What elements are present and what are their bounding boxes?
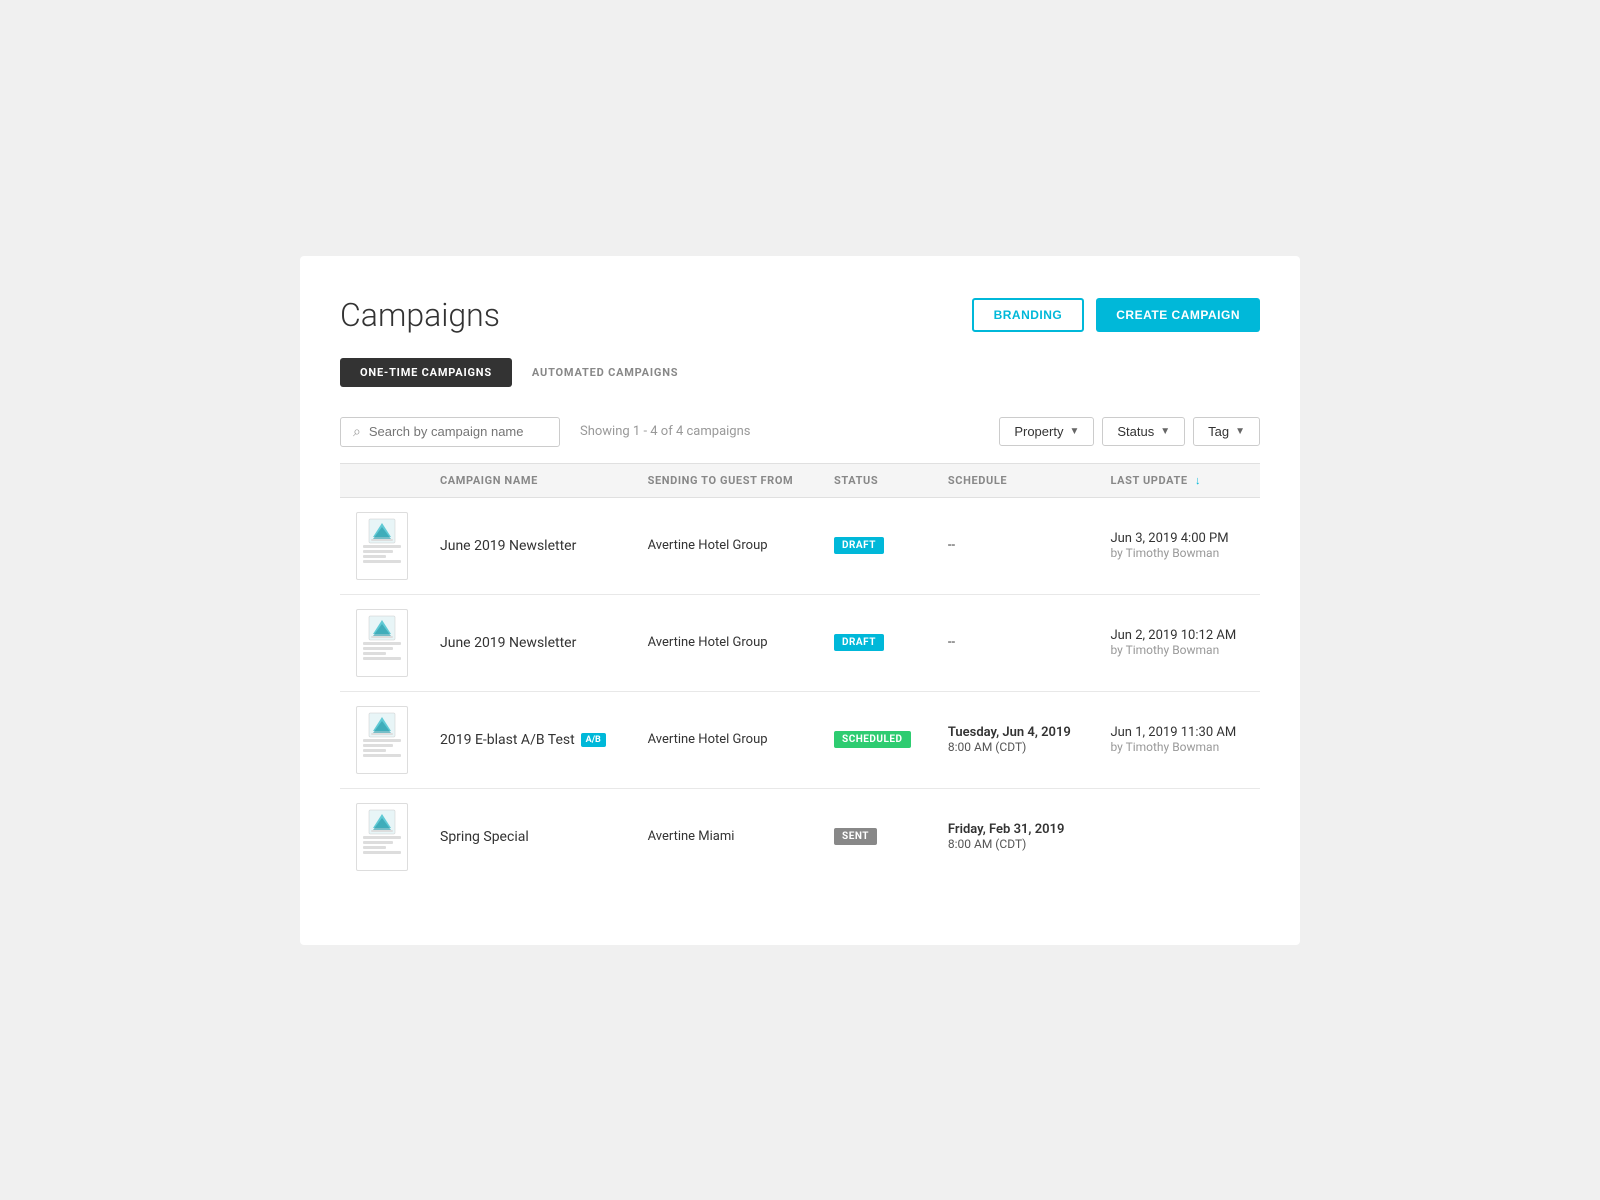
table-row[interactable]: June 2019 Newsletter Avertine Hotel Grou… xyxy=(340,497,1260,594)
campaign-name-cell: June 2019 Newsletter xyxy=(424,497,632,594)
branding-button[interactable]: BRANDING xyxy=(972,298,1085,332)
campaign-name-text: Spring Special xyxy=(440,829,529,845)
schedule-date: Tuesday, Jun 4, 2019 xyxy=(948,725,1079,740)
ab-badge: A/B xyxy=(581,733,606,747)
filters-row: ⌕ Showing 1 - 4 of 4 campaigns Property … xyxy=(340,417,1260,463)
page-header: Campaigns BRANDING CREATE CAMPAIGN xyxy=(340,296,1260,334)
status-cell: DRAFT xyxy=(818,594,932,691)
chevron-down-icon: ▼ xyxy=(1160,426,1170,437)
col-header-sending-to: SENDING TO GUEST FROM xyxy=(632,463,818,497)
thumbnail-logo-icon xyxy=(367,808,397,836)
campaign-thumbnail-cell xyxy=(340,497,424,594)
campaign-name-text: June 2019 Newsletter xyxy=(440,635,576,651)
schedule-empty: -- xyxy=(948,635,955,650)
page-title: Campaigns xyxy=(340,296,500,334)
last-update-by: by Timothy Bowman xyxy=(1110,740,1244,754)
schedule-time: 8:00 AM (CDT) xyxy=(948,837,1079,851)
last-update-by: by Timothy Bowman xyxy=(1110,546,1244,560)
sending-from-cell: Avertine Miami xyxy=(632,788,818,885)
search-icon: ⌕ xyxy=(353,424,361,440)
campaign-name-text: June 2019 Newsletter xyxy=(440,538,576,554)
schedule-cell: Friday, Feb 31, 2019 8:00 AM (CDT) xyxy=(932,788,1095,885)
sending-from-text: Avertine Hotel Group xyxy=(648,732,768,747)
campaign-thumbnail-cell xyxy=(340,594,424,691)
thumbnail-logo-icon xyxy=(367,711,397,739)
campaign-thumbnail xyxy=(356,512,408,580)
last-update-date: Jun 2, 2019 10:12 AM xyxy=(1110,628,1244,643)
campaign-thumbnail xyxy=(356,706,408,774)
table-header-row: CAMPAIGN NAME SENDING TO GUEST FROM STAT… xyxy=(340,463,1260,497)
chevron-down-icon: ▼ xyxy=(1069,426,1079,437)
filter-dropdowns: Property ▼ Status ▼ Tag ▼ xyxy=(999,417,1260,446)
last-update-by: by Timothy Bowman xyxy=(1110,643,1244,657)
col-header-last-update[interactable]: LAST UPDATE ↓ xyxy=(1094,463,1260,497)
col-header-campaign-name: CAMPAIGN NAME xyxy=(424,463,632,497)
schedule-cell: -- xyxy=(932,497,1095,594)
last-update-cell xyxy=(1094,788,1260,885)
header-actions: BRANDING CREATE CAMPAIGN xyxy=(972,298,1260,332)
thumbnail-logo-icon xyxy=(367,614,397,642)
col-header-thumbnail xyxy=(340,463,424,497)
table-row[interactable]: June 2019 Newsletter Avertine Hotel Grou… xyxy=(340,594,1260,691)
schedule-date: Friday, Feb 31, 2019 xyxy=(948,822,1079,837)
status-cell: SCHEDULED xyxy=(818,691,932,788)
sending-from-cell: Avertine Hotel Group xyxy=(632,497,818,594)
property-filter[interactable]: Property ▼ xyxy=(999,417,1094,446)
schedule-empty: -- xyxy=(948,538,955,553)
status-badge: DRAFT xyxy=(834,634,884,651)
last-update-cell: Jun 1, 2019 11:30 AM by Timothy Bowman xyxy=(1094,691,1260,788)
search-box[interactable]: ⌕ xyxy=(340,417,560,447)
tab-automated-campaigns[interactable]: AUTOMATED CAMPAIGNS xyxy=(512,358,698,387)
sending-from-cell: Avertine Hotel Group xyxy=(632,594,818,691)
tab-one-time-campaigns[interactable]: ONE-TIME CAMPAIGNS xyxy=(340,358,512,387)
campaign-thumbnail xyxy=(356,609,408,677)
sending-from-text: Avertine Hotel Group xyxy=(648,538,768,553)
sort-descending-icon: ↓ xyxy=(1195,474,1201,487)
search-input[interactable] xyxy=(369,424,547,439)
campaign-name-cell: Spring Special xyxy=(424,788,632,885)
campaign-thumbnail-cell xyxy=(340,691,424,788)
campaign-thumbnail xyxy=(356,803,408,871)
col-header-status: STATUS xyxy=(818,463,932,497)
last-update-cell: Jun 3, 2019 4:00 PM by Timothy Bowman xyxy=(1094,497,1260,594)
status-badge: SCHEDULED xyxy=(834,731,911,748)
schedule-cell: Tuesday, Jun 4, 2019 8:00 AM (CDT) xyxy=(932,691,1095,788)
tag-filter[interactable]: Tag ▼ xyxy=(1193,417,1260,446)
campaign-name-cell: 2019 E-blast A/B Test A/B xyxy=(424,691,632,788)
col-header-schedule: SCHEDULE xyxy=(932,463,1095,497)
create-campaign-button[interactable]: CREATE CAMPAIGN xyxy=(1096,298,1260,332)
thumbnail-logo-icon xyxy=(367,517,397,545)
status-filter[interactable]: Status ▼ xyxy=(1102,417,1185,446)
schedule-cell: -- xyxy=(932,594,1095,691)
campaign-name-text: 2019 E-blast A/B Test xyxy=(440,732,575,748)
tabs-container: ONE-TIME CAMPAIGNS AUTOMATED CAMPAIGNS xyxy=(340,358,1260,387)
campaigns-table: CAMPAIGN NAME SENDING TO GUEST FROM STAT… xyxy=(340,463,1260,885)
last-update-date: Jun 1, 2019 11:30 AM xyxy=(1110,725,1244,740)
status-badge: DRAFT xyxy=(834,537,884,554)
showing-text: Showing 1 - 4 of 4 campaigns xyxy=(580,424,987,439)
last-update-date: Jun 3, 2019 4:00 PM xyxy=(1110,531,1244,546)
status-cell: DRAFT xyxy=(818,497,932,594)
campaign-thumbnail-cell xyxy=(340,788,424,885)
status-cell: SENT xyxy=(818,788,932,885)
chevron-down-icon: ▼ xyxy=(1235,426,1245,437)
status-badge: SENT xyxy=(834,828,877,845)
schedule-time: 8:00 AM (CDT) xyxy=(948,740,1079,754)
table-row[interactable]: 2019 E-blast A/B Test A/B Avertine Hotel … xyxy=(340,691,1260,788)
sending-from-text: Avertine Miami xyxy=(648,829,735,844)
last-update-cell: Jun 2, 2019 10:12 AM by Timothy Bowman xyxy=(1094,594,1260,691)
sending-from-text: Avertine Hotel Group xyxy=(648,635,768,650)
table-row[interactable]: Spring Special Avertine Miami SENT Frida… xyxy=(340,788,1260,885)
sending-from-cell: Avertine Hotel Group xyxy=(632,691,818,788)
main-container: Campaigns BRANDING CREATE CAMPAIGN ONE-T… xyxy=(300,256,1300,945)
campaign-name-cell: June 2019 Newsletter xyxy=(424,594,632,691)
